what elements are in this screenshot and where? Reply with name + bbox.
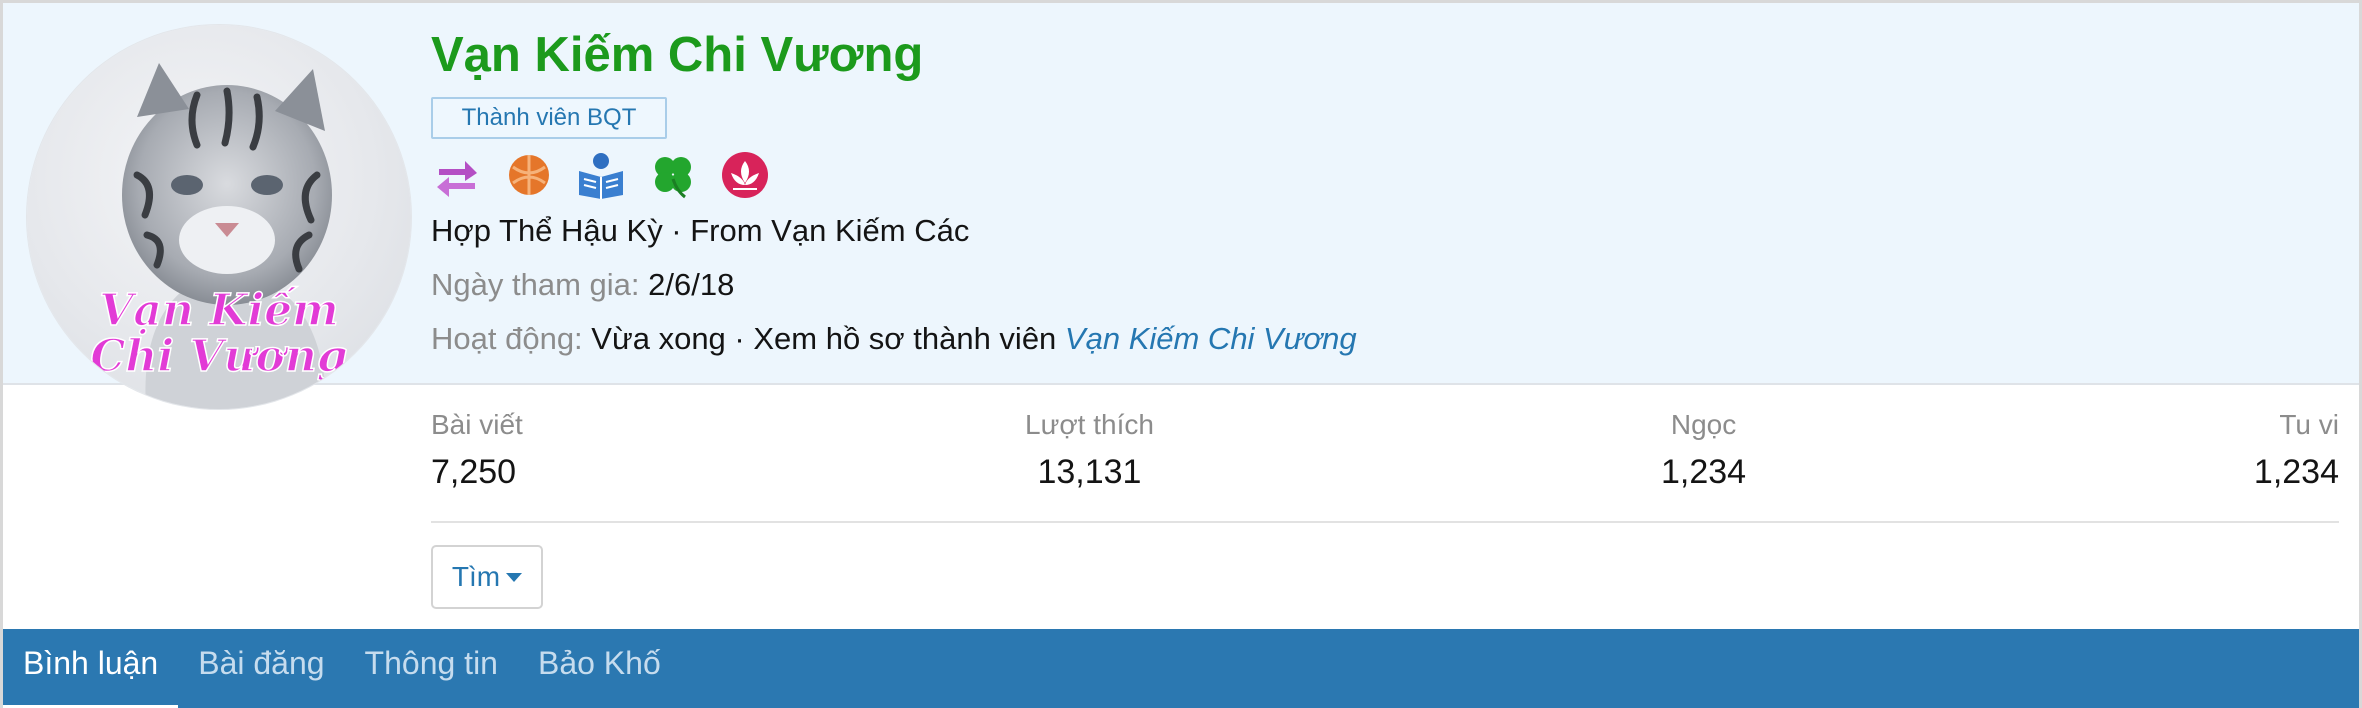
stat-label: Ngọc	[1670, 409, 1737, 440]
four-leaf-clover-icon[interactable]	[647, 149, 699, 201]
profile-tabs: Bình luận Bài đăng Thông tin Bảo Khố	[3, 629, 2359, 708]
stat-value: 1,234	[2253, 453, 2339, 491]
divider	[431, 521, 2339, 523]
stat-label: Tu vi	[2279, 409, 2339, 440]
stat-gems[interactable]: Ngọc 1,234	[1661, 409, 1746, 492]
badge-list	[431, 149, 791, 201]
profile-name: Vạn Kiếm Chi Vương	[431, 28, 924, 82]
stat-value: 1,234	[1661, 453, 1747, 491]
avatar-caption-text: Chi Vương	[90, 331, 347, 382]
activity-value: Vừa xong · Xem hồ sơ thành viên	[591, 321, 1057, 356]
stat-value: 13,131	[1037, 453, 1142, 491]
avatar-caption-text: Vạn Kiếm	[99, 285, 338, 336]
profile-link[interactable]: Vạn Kiếm Chi Vương	[1065, 321, 1357, 356]
swap-arrows-icon[interactable]	[431, 149, 483, 201]
stat-value: 7,250	[431, 453, 517, 491]
tab-treasury[interactable]: Bảo Khố	[518, 629, 681, 708]
joined-line: Ngày tham gia: 2/6/18	[431, 267, 734, 303]
tab-posts[interactable]: Bài đăng	[178, 629, 344, 708]
find-label: Tìm	[451, 561, 501, 592]
find-button[interactable]: Tìm	[431, 545, 543, 609]
joined-label: Ngày tham gia:	[431, 267, 640, 302]
avatar[interactable]: Vạn Kiếm Chi Vương	[27, 25, 411, 409]
stat-likes[interactable]: Lượt thích 13,131	[1025, 409, 1154, 492]
tab-comments[interactable]: Bình luận	[3, 629, 179, 708]
reading-book-icon[interactable]	[575, 149, 627, 201]
stat-cultivation[interactable]: Tu vi 1,234	[2254, 409, 2339, 492]
stat-label: Bài viết	[431, 409, 523, 440]
member-profile-card: Vạn Kiếm Chi Vương Vạn Kiếm Chi Vương Thà…	[0, 0, 2362, 708]
activity-label: Hoạt động:	[431, 321, 583, 356]
lotus-icon[interactable]	[719, 149, 771, 201]
stat-posts[interactable]: Bài viết 7,250	[431, 409, 523, 492]
stat-label: Lượt thích	[1025, 409, 1154, 440]
orange-ball-icon[interactable]	[503, 149, 555, 201]
tab-info[interactable]: Thông tin	[345, 629, 518, 708]
user-banner: Thành viên BQT	[431, 97, 667, 139]
activity-line: Hoạt động: Vừa xong · Xem hồ sơ thành vi…	[431, 321, 1357, 357]
member-title-line: Hợp Thể Hậu Kỳ · From Vạn Kiếm Các	[431, 213, 970, 248]
caret-down-icon	[506, 572, 523, 582]
joined-date: 2/6/18	[648, 267, 735, 302]
